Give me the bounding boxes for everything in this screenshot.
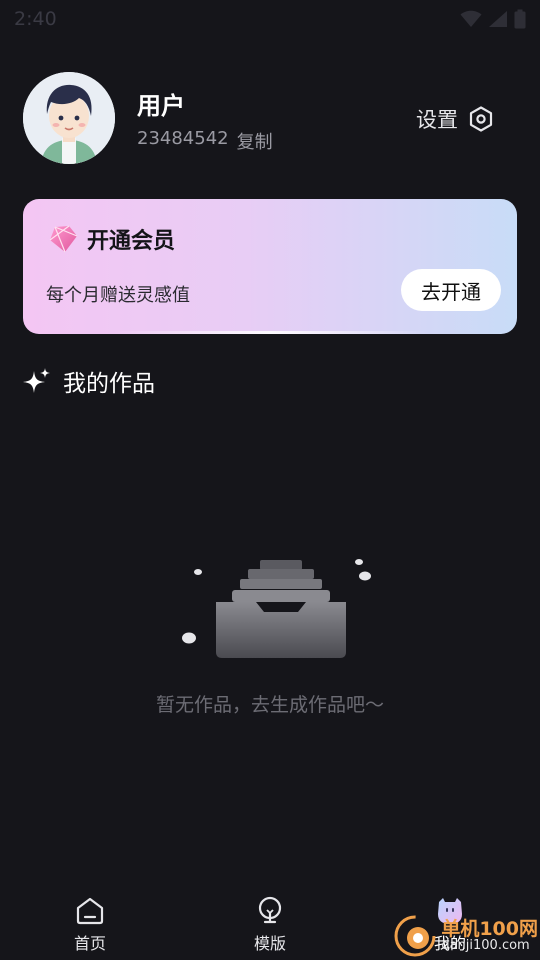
works-section-title: 我的作品 [63,371,155,397]
nav-item-home[interactable]: 首页 [40,882,140,960]
nav-label-templates: 模版 [253,934,286,953]
open-vip-button[interactable]: 去开通 [401,269,501,311]
home-icon [76,897,104,925]
username: 用户 [137,92,185,120]
settings-label: 设置 [416,108,458,132]
vip-card[interactable]: 开通会员 每个月赠送灵感值 去开通 [23,199,517,334]
watermark-url: danji100.com [441,938,530,953]
user-id-row: 23484542 复制 [137,128,273,154]
empty-state-text: 暂无作品，去生成作品吧～ [155,694,384,716]
copy-id-button[interactable]: 复制 [237,128,273,154]
signal-icon [489,11,507,27]
avatar-illustration-icon [23,72,115,164]
settings-button[interactable]: 设置 [416,104,494,134]
avatar[interactable] [23,72,115,164]
vip-card-glow [113,331,427,334]
bulb-icon [258,896,282,924]
watermark: 单机100网 danji100.com [393,914,538,958]
works-header: 我的作品 [23,364,155,398]
status-bar: 2:40 [0,0,540,38]
vip-title-row: 开通会员 [47,223,175,255]
nav-item-templates[interactable]: 模版 [220,882,320,960]
watermark-text: 单机100网 danji100.com [441,918,538,953]
status-icons [460,9,526,29]
profile-page: 2:40 用户 23484542 复制 设置 开通会员 每个月赠送灵感值 去开通… [0,0,540,960]
vip-title: 开通会员 [87,229,176,254]
wifi-icon [460,10,482,27]
watermark-main: 单机100网 [441,918,538,940]
user-id: 23484542 [137,128,229,149]
nav-label-home: 首页 [73,934,106,953]
empty-box-icon [182,559,371,658]
vip-subtitle: 每个月赠送灵感值 [46,285,190,306]
diamond-icon [49,225,78,253]
watermark-logo-icon [394,915,436,957]
sparkle-icon [23,368,50,393]
settings-icon [469,106,493,132]
battery-icon [514,9,526,29]
status-time: 2:40 [14,8,57,30]
